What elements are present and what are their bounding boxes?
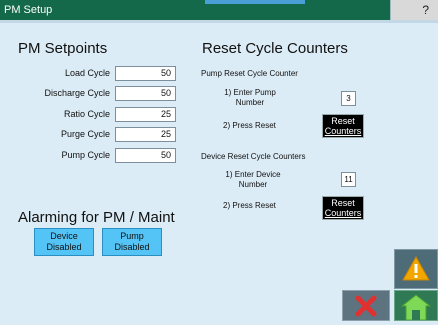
pump-reset-title: Pump Reset Cycle Counter [201,69,298,78]
setpoint-label-ratio-cycle: Ratio Cycle [63,109,110,119]
warning-icon [402,255,430,281]
alarming-heading: Alarming for PM / Maint [18,209,175,226]
pump-number-input[interactable]: 3 [341,91,356,106]
device-step1-text: 1) Enter Device Number [220,170,286,190]
setpoint-label-pump-cycle: Pump Cycle [61,150,110,160]
pump-reset-counters-button[interactable]: Reset Counters [322,114,364,138]
window-title: PM Setup [4,4,53,16]
home-button[interactable] [394,290,438,321]
device-disabled-line1: Device [50,231,78,241]
reset-heading: Reset Cycle Counters [202,40,348,57]
alarm-warning-button[interactable] [394,249,438,289]
device-reset-counters-button[interactable]: Reset Counters [322,196,364,220]
pump-reset-btn-line1: Reset [331,116,355,126]
device-disabled-line2: Disabled [46,242,82,252]
title-divider [0,20,438,23]
device-step1-line2: Number [238,180,268,189]
device-step2-text: 2) Press Reset [223,201,276,210]
help-button[interactable]: ? [390,0,438,20]
device-reset-btn-line2: Counters [324,208,362,218]
device-reset-title: Device Reset Cycle Counters [201,152,306,161]
pump-step2-text: 2) Press Reset [223,121,276,130]
setpoint-label-purge-cycle: Purge Cycle [60,129,110,139]
ratio-cycle-input[interactable]: 25 [115,107,176,122]
pump-reset-btn-line2: Counters [324,126,362,136]
title-bar: PM Setup [0,0,390,20]
pump-disabled-line2: Disabled [114,242,150,252]
setpoint-label-discharge-cycle: Discharge Cycle [44,88,110,98]
close-icon [355,295,377,317]
pump-step1-line1: 1) Enter Pump [224,88,276,97]
pump-step1-line2: Number [235,98,265,107]
discharge-cycle-input[interactable]: 50 [115,86,176,101]
load-cycle-input[interactable]: 50 [115,66,176,81]
device-reset-btn-line1: Reset [331,198,355,208]
pm-setup-screen: PM Setup ? PM Setpoints Load Cycle 50 Di… [0,0,438,321]
device-number-input[interactable]: 11 [341,172,356,187]
home-icon [400,294,432,321]
device-step1-line1: 1) Enter Device [225,170,281,179]
cancel-button[interactable] [342,290,390,321]
pump-step1-text: 1) Enter Pump Number [218,88,282,108]
setpoint-label-load-cycle: Load Cycle [64,68,110,78]
pump-disabled-line1: Pump [120,231,144,241]
pump-cycle-input[interactable]: 50 [115,148,176,163]
pump-disabled-button[interactable]: Pump Disabled [102,228,162,256]
device-disabled-button[interactable]: Device Disabled [34,228,94,256]
title-tab-accent [205,0,305,4]
purge-cycle-input[interactable]: 25 [115,127,176,142]
setpoints-heading: PM Setpoints [18,40,108,57]
